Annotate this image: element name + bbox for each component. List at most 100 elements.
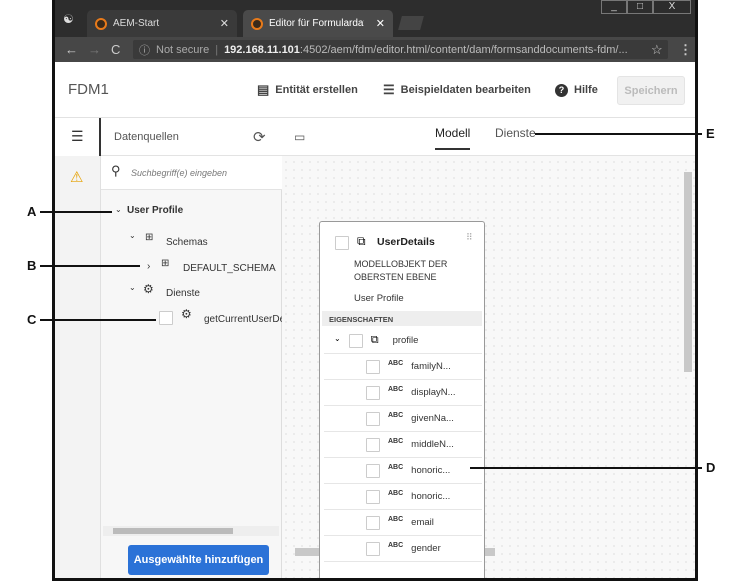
add-selected-button[interactable]: Ausgewählte hinzufügen	[128, 545, 269, 575]
callout-c: C	[27, 312, 37, 327]
search-input[interactable]: ⚲ Suchbegriff(e) eingeben	[101, 156, 282, 190]
property-row[interactable]: ABC displayN...	[324, 380, 482, 406]
string-type-icon: ABC	[388, 490, 404, 497]
forward-icon[interactable]: →	[88, 42, 101, 57]
property-row[interactable]: ABC givenNa...	[324, 406, 482, 432]
drag-handle-icon[interactable]: ⠿	[466, 232, 473, 243]
bookmark-star-icon[interactable]: ☆	[651, 42, 663, 58]
title-bar: ☯ AEM-Start ✕ Editor für Formulardatenmo ✕…	[55, 0, 695, 37]
string-type-icon: ABC	[388, 516, 404, 523]
close-tab-icon[interactable]: ✕	[220, 17, 229, 30]
back-icon[interactable]: ←	[65, 42, 78, 57]
property-row[interactable]: ABC middleN...	[324, 432, 482, 458]
property-name: honoric...	[411, 491, 451, 502]
entity-title: UserDetails	[377, 236, 435, 248]
browser-menu-icon[interactable]: ⋮	[679, 42, 692, 58]
property-checkbox[interactable]	[366, 489, 380, 504]
minimize-icon[interactable]: _	[601, 0, 627, 14]
tree-item-service[interactable]: getCurrentUserDet	[204, 314, 288, 325]
data-sources-rail-button[interactable]: ☰	[55, 118, 101, 156]
data-sources-panel: Datenquellen ⟳ ⚲ Suchbegriff(e) eingeben…	[101, 118, 288, 578]
property-name: gender	[411, 543, 441, 554]
search-placeholder: Suchbegriff(e) eingeben	[131, 168, 228, 178]
edit-sample-data-button[interactable]: ☰ Beispieldaten bearbeiten	[383, 62, 531, 118]
maximize-icon[interactable]: □	[627, 0, 653, 14]
refresh-icon[interactable]: ⟳	[253, 128, 266, 146]
toggle-panel-icon[interactable]: ▭	[294, 130, 305, 144]
close-window-icon[interactable]: X	[653, 0, 691, 14]
tree-root-user-profile[interactable]: User Profile	[127, 205, 183, 216]
property-name: familyN...	[411, 361, 451, 372]
property-row[interactable]: ABC honoric...	[324, 484, 482, 510]
canvas-vertical-scrollbar[interactable]	[683, 168, 693, 548]
tab-services[interactable]: Dienste	[495, 126, 536, 140]
property-checkbox[interactable]	[366, 541, 380, 556]
aem-favicon-icon	[251, 17, 263, 30]
browser-tab-aem-start[interactable]: AEM-Start ✕	[87, 10, 237, 37]
tree-item-schemas[interactable]: Schemas	[166, 237, 208, 248]
chevron-down-icon[interactable]: ⌄	[115, 205, 122, 214]
schema-icon: ⊞	[161, 258, 170, 269]
window-controls: _ □ X	[601, 0, 691, 14]
chevron-down-icon[interactable]: ⌄	[129, 283, 136, 292]
property-checkbox[interactable]	[366, 515, 380, 530]
property-name: givenNa...	[411, 413, 454, 424]
chevron-right-icon[interactable]: ›	[147, 261, 150, 272]
callout-line-c	[40, 319, 156, 321]
gears-icon: ⚙	[143, 282, 154, 296]
property-row[interactable]: ABC gender	[324, 536, 482, 562]
properties-section-header: EIGENSCHAFTEN	[322, 311, 482, 326]
url-path: :4502/aem/fdm/editor.html/content/dam/fo…	[299, 43, 628, 56]
tab-model[interactable]: Modell	[435, 126, 471, 150]
string-type-icon: ABC	[388, 412, 404, 419]
callout-line-b	[40, 265, 140, 267]
entity-checkbox[interactable]	[335, 236, 349, 250]
warning-icon[interactable]: ⚠	[70, 168, 83, 186]
info-icon: ⓘ	[139, 44, 150, 57]
reload-icon[interactable]: C	[111, 42, 120, 57]
property-checkbox[interactable]	[348, 333, 363, 348]
save-button[interactable]: Speichern	[617, 76, 685, 105]
tree-item-services[interactable]: Dienste	[166, 288, 200, 299]
property-row[interactable]: ABC honoric...	[324, 458, 482, 484]
database-edit-icon: ☰	[383, 82, 395, 97]
property-name: profile	[392, 335, 419, 346]
chevron-down-icon[interactable]: ⌄	[129, 231, 136, 240]
tab-label: AEM-Start	[113, 18, 160, 29]
chevron-down-icon[interactable]: ⌄	[334, 334, 341, 343]
property-group-profile[interactable]: ⌄ ⧉ profile	[324, 328, 482, 354]
new-tab-button[interactable]	[398, 16, 424, 30]
property-checkbox[interactable]	[366, 437, 380, 452]
browser-tab-editor[interactable]: Editor für Formulardatenmo ✕	[243, 10, 393, 37]
incognito-icon: ☯	[63, 12, 74, 26]
service-checkbox[interactable]	[159, 311, 173, 325]
help-icon: ?	[555, 83, 568, 97]
aem-favicon-icon	[95, 17, 107, 30]
property-checkbox[interactable]	[366, 463, 380, 478]
panel-horizontal-scrollbar[interactable]	[103, 526, 279, 536]
callout-line-a	[40, 211, 112, 213]
tree-item-default-schema[interactable]: DEFAULT_SCHEMA	[183, 263, 276, 274]
security-warning: Not secure	[156, 43, 210, 56]
property-name: displayN...	[411, 387, 456, 398]
string-type-icon: ABC	[388, 386, 404, 393]
canvas-tabs: ▭ Modell Dienste	[282, 118, 695, 156]
tab-label: Editor für Formulardatenmo	[269, 18, 364, 29]
property-row[interactable]: ABC email	[324, 510, 482, 536]
callout-e: E	[706, 126, 715, 141]
callout-a: A	[27, 204, 37, 219]
property-checkbox[interactable]	[366, 411, 380, 426]
create-entity-button[interactable]: ▤ Entität erstellen	[257, 62, 358, 118]
help-button[interactable]: ? Hilfe	[555, 62, 598, 118]
url-input[interactable]: ⓘ Not secure | 192.168.11.101:4502/aem/fdm/…	[133, 40, 668, 59]
close-tab-icon[interactable]: ✕	[376, 17, 385, 30]
property-checkbox[interactable]	[366, 359, 380, 374]
entity-card-userdetails[interactable]: ⧉ UserDetails ⠿ MODELLOBJEKT DER OBERSTE…	[319, 221, 485, 578]
string-type-icon: ABC	[388, 360, 404, 367]
entity-source: User Profile	[354, 293, 404, 304]
property-row[interactable]: ABC familyN...	[324, 354, 482, 380]
side-rail: ☰ ⚠	[55, 118, 101, 578]
property-checkbox[interactable]	[366, 385, 380, 400]
url-host: 192.168.11.101	[224, 43, 300, 56]
help-label: Hilfe	[574, 84, 598, 96]
